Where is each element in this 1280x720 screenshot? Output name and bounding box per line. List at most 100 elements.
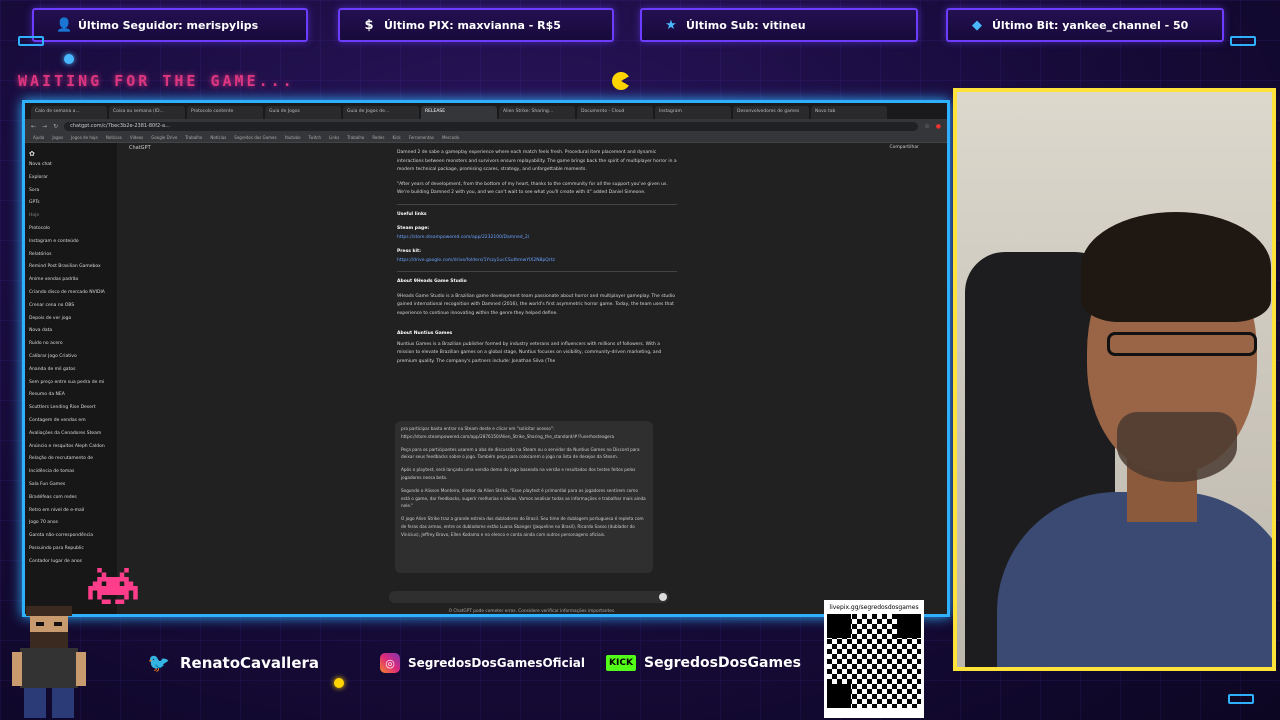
star-bookmark-icon[interactable]: ☆ <box>924 123 929 130</box>
message-paragraph: Damned 2 de sabe a gameplay experience w… <box>397 150 677 172</box>
sidebar-chat-item[interactable]: Nova data <box>29 325 113 338</box>
browser-tab[interactable]: Alien Strike: Sharing... <box>499 106 575 119</box>
bookmark-item[interactable]: Trabalho <box>347 133 364 142</box>
sidebar-chat-item[interactable]: Garota não-correspondência <box>29 530 113 543</box>
sidebar-chat-item[interactable]: Anúncio e resquitos Aleph Caldon <box>29 441 113 454</box>
last-bit-bar: ◆ Último Bit: yankee_channel - 50 <box>946 8 1224 42</box>
decor-frame-icon <box>18 36 44 46</box>
chat-sidebar: ✿ Nova chat Explorar Sora GPTs Hoje Protocolo… <box>25 143 117 614</box>
about-nuntius-heading: About Nuntius Games <box>397 331 453 336</box>
bookmark-item[interactable]: Kick <box>392 133 400 142</box>
bookmark-item[interactable]: Ajuda <box>33 133 44 142</box>
pixel-character-icon <box>12 606 86 718</box>
browser-tab[interactable]: Protocolo contente <box>187 106 263 119</box>
sidebar-chat-item[interactable]: Possuindo para Republic <box>29 543 113 556</box>
sidebar-chat-item[interactable]: Jogo 70 anos <box>29 517 113 530</box>
presskit-link[interactable]: https://drive.google.com/drive/folders/1… <box>397 258 555 263</box>
quote-text: Peça para os participantes usarem a aba … <box>401 446 640 460</box>
send-button[interactable] <box>659 593 667 601</box>
sidebar-chat-item[interactable]: Relatórios <box>29 249 113 262</box>
extension-icon[interactable]: ● <box>936 123 941 130</box>
sidebar-chat-item[interactable]: Sora <box>29 185 113 198</box>
model-selector[interactable]: ChatGPT <box>129 145 151 151</box>
sidebar-chat-item[interactable]: Avaliações da Cenadores Steam <box>29 428 113 441</box>
sidebar-chat-item[interactable]: Retro em nível de e-mail <box>29 505 113 518</box>
sidebar-chat-item[interactable]: Protocolo <box>29 223 113 236</box>
star-icon: ★ <box>665 17 677 33</box>
glasses-shape <box>1107 332 1257 356</box>
sidebar-chat-item[interactable]: Ruído no acero <box>29 338 113 351</box>
sidebar-chat-item[interactable]: Criando disco de mercado NVIDIA <box>29 287 113 300</box>
sidebar-chat-item[interactable]: Sem preço entre sua pedra de mi <box>29 377 113 390</box>
browser-tab[interactable]: Desenvolvedores de games <box>733 106 809 119</box>
sidebar-chat-item[interactable]: GPTs <box>29 197 113 210</box>
instagram-social: ◎ SegredosDosGamesOficial <box>380 646 585 680</box>
sidebar-chat-item[interactable]: Crenar cena no OBS <box>29 300 113 313</box>
about-nuntius-text: Nuntius Games is a Brazilian publisher f… <box>397 341 662 364</box>
beard-shape <box>1117 412 1237 482</box>
about-studio-text: 9Heads Game Studio is a Brazilian game d… <box>397 293 676 316</box>
sidebar-chat-item[interactable]: Anime vendas padrão <box>29 274 113 287</box>
bookmark-item[interactable]: Jogos <box>52 133 63 142</box>
steam-link[interactable]: https://store.steampowered.com/app/22321… <box>397 235 529 240</box>
instagram-handle: SegredosDosGamesOficial <box>408 656 586 670</box>
browser-tab[interactable]: Guia de Jogos de... <box>343 106 419 119</box>
sidebar-chat-item[interactable]: Scuttlers Lending Rise Desert <box>29 402 113 415</box>
sidebar-chat-item[interactable]: Nova chat <box>29 159 113 172</box>
bookmark-item[interactable]: Youtube <box>285 133 301 142</box>
sidebar-chat-item[interactable]: Calibrar Jogo Criativo <box>29 351 113 364</box>
browser-tab[interactable]: Instagram <box>655 106 731 119</box>
user-icon: 👤 <box>56 17 73 33</box>
bookmark-item[interactable]: Twitch <box>309 133 321 142</box>
sidebar-chat-item[interactable]: Relação de recrutamento de <box>29 453 113 466</box>
bookmark-item[interactable]: Notícias <box>210 133 226 142</box>
bookmark-item[interactable]: Jogos de hoje <box>71 133 98 142</box>
back-icon[interactable]: ← <box>31 123 36 130</box>
sidebar-chat-item[interactable]: Instagram e conteúdo <box>29 236 113 249</box>
browser-tab[interactable]: Novo tab <box>811 106 887 119</box>
browser-tab[interactable]: Calo de semana a... <box>31 106 107 119</box>
sidebar-chat-item[interactable]: Remind Post Brasilian Gamebox <box>29 261 113 274</box>
sidebar-chat-item[interactable]: Contador lugar de anos <box>29 556 113 569</box>
bookmark-item[interactable]: Vídeos <box>130 133 143 142</box>
divider <box>397 203 677 205</box>
quote-link[interactable]: https://store.steampowered.com/app/28761… <box>401 434 614 439</box>
useful-links-heading: Useful links <box>397 211 427 217</box>
url-input[interactable]: chatgpt.com/c/7bec3b2e-2381-80f2-a... <box>64 121 919 131</box>
share-button[interactable]: Compartilhar <box>890 145 919 150</box>
bookmark-item[interactable]: Links <box>329 133 339 142</box>
sidebar-chat-item[interactable]: Depois de ver jogo <box>29 313 113 326</box>
bookmark-item[interactable]: Segredos dos Games <box>234 133 276 142</box>
bookmark-item[interactable]: Google Drive <box>151 133 177 142</box>
bookmark-item[interactable]: Mercado <box>442 133 459 142</box>
instagram-icon: ◎ <box>380 653 400 673</box>
sidebar-chat-item[interactable]: Resumo da NEA <box>29 389 113 402</box>
yellow-orb-icon <box>334 678 344 688</box>
sidebar-chat-item[interactable]: Ananda de mil gatos <box>29 364 113 377</box>
sidebar-chat-item[interactable]: Contagem de vendas em <box>29 415 113 428</box>
sidebar-chat-item[interactable]: Incidência de tomas <box>29 466 113 479</box>
browser-tab-strip: Calo de semana a... Coisa ou semana (ID.… <box>25 103 947 119</box>
browser-tab[interactable]: Coisa ou semana (ID... <box>109 106 185 119</box>
last-bit-text: Último Bit: yankee_channel - 50 <box>992 18 1189 32</box>
sidebar-chat-item[interactable]: Sala Fun Games <box>29 479 113 492</box>
bookmark-item[interactable]: Redes <box>372 133 384 142</box>
reload-icon[interactable]: ↻ <box>53 123 58 130</box>
last-sub-text: Último Sub: vitineu <box>686 18 806 32</box>
qr-code-icon <box>827 614 921 708</box>
browser-tab[interactable]: Guia de Jogos <box>265 106 341 119</box>
message-composer-input[interactable] <box>389 591 669 603</box>
last-pix-bar: $ Último PIX: maxvianna - R$5 <box>338 8 614 42</box>
chatgpt-app: ✿ Nova chat Explorar Sora GPTs Hoje Protocolo… <box>25 143 947 614</box>
openai-logo-icon[interactable]: ✿ <box>29 149 113 159</box>
diamond-icon: ◆ <box>972 17 982 33</box>
bookmark-item[interactable]: Trabalho <box>185 133 202 142</box>
browser-tab-active[interactable]: RELEASE <box>421 106 497 119</box>
bookmark-item[interactable]: Notícias <box>106 133 122 142</box>
browser-tab[interactable]: Documento - Cloud <box>577 106 653 119</box>
forward-icon[interactable]: → <box>42 123 47 130</box>
divider <box>397 271 677 272</box>
bookmark-item[interactable]: Ferramentas <box>409 133 434 142</box>
sidebar-chat-item[interactable]: Bradéfeas com redes <box>29 492 113 505</box>
sidebar-chat-item[interactable]: Explorar <box>29 172 113 185</box>
